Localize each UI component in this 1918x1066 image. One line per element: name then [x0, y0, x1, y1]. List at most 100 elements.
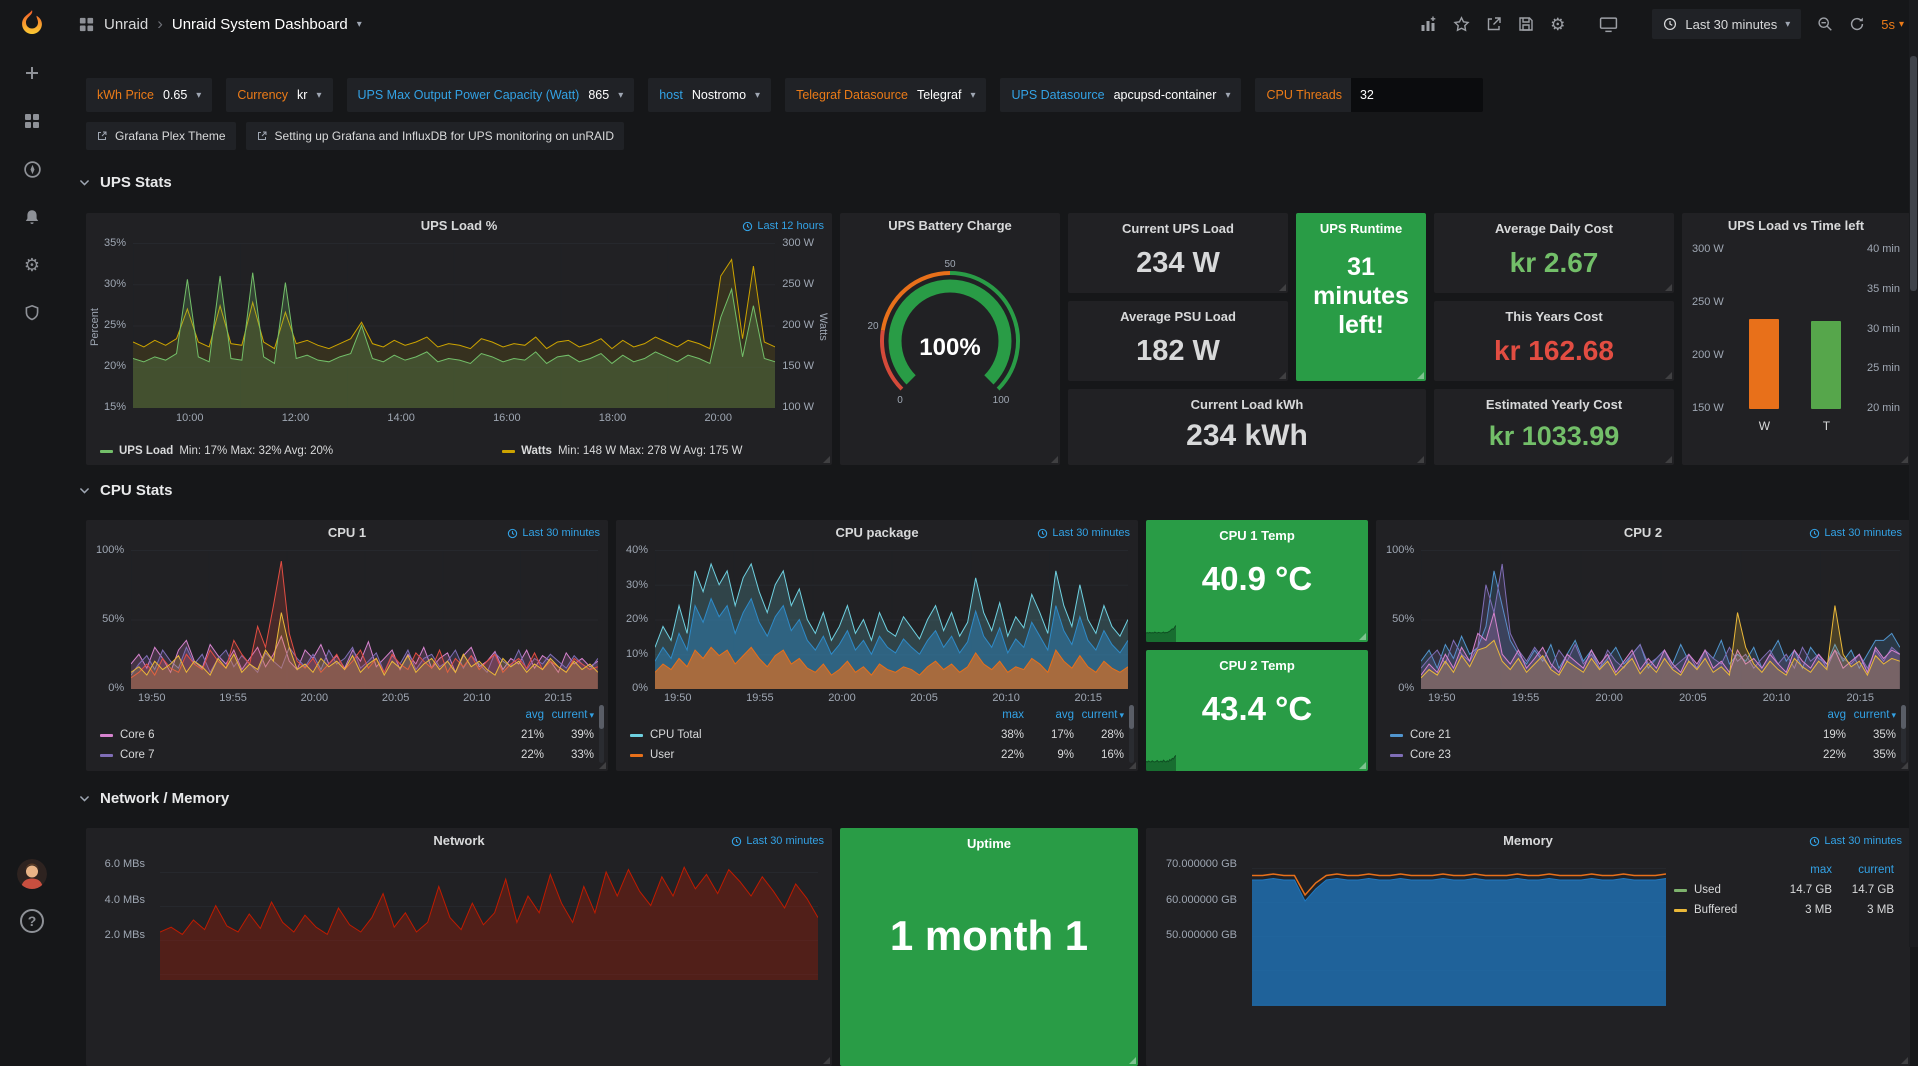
- legend-scrollbar-thumb[interactable]: [599, 705, 604, 729]
- time-range-picker[interactable]: Last 30 minutes ▾: [1652, 9, 1801, 39]
- grafana-logo-icon[interactable]: [15, 8, 49, 42]
- variable-value: kr: [297, 88, 307, 102]
- legend-item-used[interactable]: Used: [1674, 884, 1770, 896]
- legend-item-cpu-total[interactable]: CPU Total: [630, 729, 974, 741]
- legend-item-ups-load[interactable]: UPS Load Min: 17% Max: 32% Avg: 20%: [100, 445, 502, 457]
- legend-item-user[interactable]: User: [630, 749, 974, 761]
- panel-title[interactable]: Memory: [1503, 833, 1553, 848]
- panel-title[interactable]: CPU 1: [328, 525, 366, 540]
- server-admin-shield-icon[interactable]: [15, 296, 49, 330]
- variable-ups-datasource[interactable]: UPS Datasource apcupsd-container ▾: [1000, 78, 1241, 112]
- legend-col-current[interactable]: current▾: [544, 709, 594, 721]
- zoom-out-icon[interactable]: [1817, 16, 1833, 32]
- chevron-down-icon: ▾: [755, 90, 760, 101]
- share-icon[interactable]: [1486, 16, 1502, 32]
- panel-time-override[interactable]: Last 30 minutes: [1809, 520, 1902, 546]
- legend-scrollbar-thumb[interactable]: [1901, 705, 1906, 729]
- panel-title[interactable]: CPU 2 Temp: [1146, 658, 1368, 673]
- help-icon[interactable]: ?: [20, 909, 44, 933]
- panel-title[interactable]: CPU 1 Temp: [1146, 528, 1368, 543]
- panel-title[interactable]: Estimated Yearly Cost: [1434, 397, 1674, 412]
- panel-ups-load-vs-time-left: UPS Load vs Time left 300 W250 W200 W150…: [1682, 213, 1910, 465]
- variable-cpu-threads[interactable]: CPU Threads 32: [1255, 78, 1472, 112]
- legend-col-max[interactable]: max: [1770, 864, 1832, 876]
- star-icon[interactable]: [1453, 16, 1470, 33]
- refresh-interval-picker[interactable]: 5s ▾: [1881, 17, 1904, 32]
- bar-watts[interactable]: [1749, 319, 1779, 409]
- cpu-threads-input[interactable]: 32: [1351, 78, 1483, 112]
- variable-kwh-price[interactable]: kWh Price 0.65 ▾: [86, 78, 212, 112]
- legend-item-core7[interactable]: Core 7: [100, 749, 494, 761]
- panel-time-override[interactable]: Last 30 minutes: [1037, 520, 1130, 546]
- legend-item-core21[interactable]: Core 21: [1390, 729, 1796, 741]
- gauge-value-arc: [895, 286, 1005, 380]
- configuration-gear-icon[interactable]: ⚙: [15, 248, 49, 282]
- panel-title[interactable]: Average Daily Cost: [1434, 221, 1674, 236]
- panel-title[interactable]: This Years Cost: [1434, 309, 1674, 324]
- alerting-bell-icon[interactable]: [15, 200, 49, 234]
- cpu-package-graph[interactable]: [655, 550, 1128, 689]
- breadcrumb-folder[interactable]: Unraid: [104, 16, 148, 33]
- legend-col-max[interactable]: max: [974, 709, 1024, 721]
- dashboard-title-caret-icon[interactable]: ▾: [357, 19, 362, 30]
- link-grafana-plex-theme[interactable]: Grafana Plex Theme: [86, 122, 236, 150]
- user-avatar[interactable]: [17, 859, 47, 889]
- panel-time-override[interactable]: Last 12 hours: [742, 213, 824, 239]
- panel-title[interactable]: Uptime: [840, 836, 1138, 851]
- panel-title[interactable]: UPS Battery Charge: [888, 218, 1012, 233]
- legend-col-current[interactable]: current▾: [1846, 709, 1896, 721]
- cpu2-graph[interactable]: [1421, 550, 1900, 689]
- legend-col-avg[interactable]: avg: [494, 709, 544, 721]
- panel-title[interactable]: UPS Runtime: [1296, 221, 1426, 236]
- panel-title[interactable]: CPU package: [835, 525, 918, 540]
- clock-icon: [1809, 528, 1820, 539]
- settings-gear-icon[interactable]: ⚙: [1550, 16, 1565, 33]
- explore-compass-icon[interactable]: [15, 152, 49, 186]
- panel-title[interactable]: Current UPS Load: [1068, 221, 1288, 236]
- legend-col-current[interactable]: current▾: [1074, 709, 1124, 721]
- panel-title[interactable]: Current Load kWh: [1068, 397, 1426, 412]
- memory-graph[interactable]: [1252, 856, 1666, 1006]
- legend-scrollbar-thumb[interactable]: [1129, 705, 1134, 729]
- variable-currency[interactable]: Currency kr ▾: [226, 78, 332, 112]
- template-variables-row: kWh Price 0.65 ▾ Currency kr ▾ UPS Max O…: [86, 78, 1472, 112]
- legend-col-avg[interactable]: avg: [1796, 709, 1846, 721]
- section-cpu-stats[interactable]: CPU Stats: [78, 482, 173, 499]
- panel-time-override[interactable]: Last 30 minutes: [507, 520, 600, 546]
- refresh-icon[interactable]: [1849, 16, 1865, 32]
- panel-cpu-package: CPU package Last 30 minutes 40%30%20%10%…: [616, 520, 1138, 771]
- breadcrumb-dashboard-title[interactable]: Unraid System Dashboard: [172, 16, 348, 33]
- variable-telegraf-datasource[interactable]: Telegraf Datasource Telegraf ▾: [785, 78, 986, 112]
- cpu1-graph[interactable]: [131, 550, 598, 689]
- section-ups-stats[interactable]: UPS Stats: [78, 174, 172, 191]
- dashboard-toolbar: ⚙ Last 30 minutes ▾ 5s ▾: [1420, 9, 1904, 39]
- panel-time-override[interactable]: Last 30 minutes: [731, 828, 824, 854]
- legend-col-current[interactable]: current: [1832, 864, 1894, 876]
- page-scrollbar-thumb[interactable]: [1910, 56, 1917, 291]
- add-panel-icon[interactable]: [1420, 16, 1437, 33]
- variable-ups-max-output[interactable]: UPS Max Output Power Capacity (Watt) 865…: [347, 78, 635, 112]
- variable-host[interactable]: host Nostromo ▾: [648, 78, 771, 112]
- legend-item-core23[interactable]: Core 23: [1390, 749, 1796, 761]
- section-network-memory[interactable]: Network / Memory: [78, 790, 229, 807]
- panel-title[interactable]: UPS Load vs Time left: [1728, 218, 1864, 233]
- bar-time-left[interactable]: [1811, 321, 1841, 409]
- save-icon[interactable]: [1518, 16, 1534, 32]
- legend-item-watts[interactable]: Watts Min: 148 W Max: 278 W Avg: 175 W: [502, 445, 742, 457]
- link-ups-monitoring-guide[interactable]: Setting up Grafana and InfluxDB for UPS …: [246, 122, 625, 150]
- legend-col-avg[interactable]: avg: [1024, 709, 1074, 721]
- cycle-view-tv-icon[interactable]: [1599, 16, 1618, 33]
- legend-item-buffered[interactable]: Buffered: [1674, 904, 1770, 916]
- panel-title[interactable]: UPS Load %: [421, 218, 498, 233]
- ups-load-graph[interactable]: [133, 243, 775, 408]
- network-graph[interactable]: [160, 860, 818, 980]
- dashboards-icon[interactable]: [15, 104, 49, 138]
- panel-title[interactable]: Average PSU Load: [1068, 309, 1288, 324]
- apps-grid-icon[interactable]: [78, 16, 95, 33]
- panel-time-override[interactable]: Last 30 minutes: [1809, 828, 1902, 854]
- panel-cpu2-temp: CPU 2 Temp 43.4 °C: [1146, 650, 1368, 771]
- panel-title[interactable]: Network: [433, 833, 484, 848]
- legend-item-core6[interactable]: Core 6: [100, 729, 494, 741]
- create-plus-icon[interactable]: [15, 56, 49, 90]
- panel-title[interactable]: CPU 2: [1624, 525, 1662, 540]
